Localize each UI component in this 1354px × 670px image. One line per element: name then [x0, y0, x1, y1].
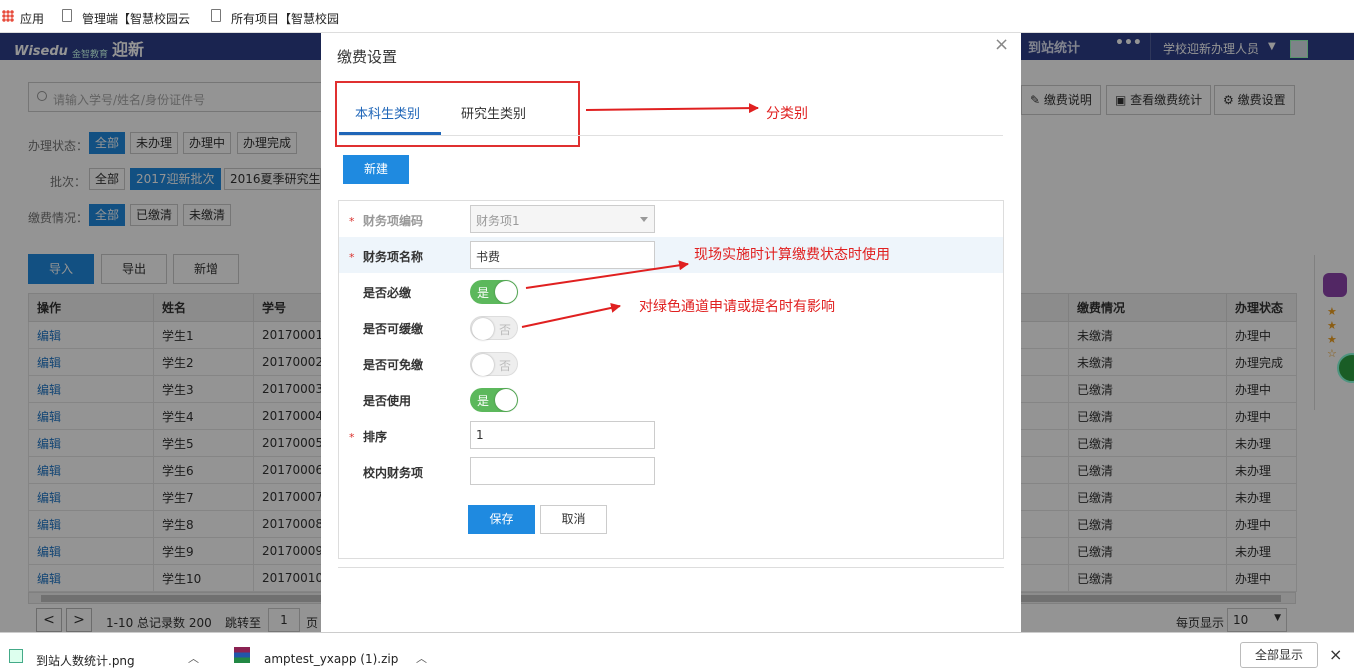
annotation-category: 分类别	[766, 106, 808, 122]
archive-file-icon	[234, 647, 250, 663]
annotation-arrows	[521, 103, 759, 328]
annotation-flags: 对绿色通道申请或提名时有影响	[639, 299, 835, 315]
arrow-field-name	[525, 260, 689, 289]
show-all-button[interactable]: 全部显示	[1240, 642, 1318, 668]
image-file-icon	[9, 649, 23, 663]
chevron-up-icon[interactable]: ︿	[188, 650, 199, 666]
download-file-1[interactable]: 到站人数统计.png	[36, 652, 135, 669]
chevron-up-icon[interactable]: ︿	[416, 650, 427, 666]
arrow-flags	[521, 302, 621, 328]
close-icon[interactable]: ×	[1329, 645, 1342, 664]
arrow-category	[585, 103, 759, 114]
download-file-2[interactable]: amptest_yxapp (1).zip	[264, 652, 398, 666]
downloads-bar: 到站人数统计.png ︿ amptest_yxapp (1).zip ︿ 全部显…	[0, 632, 1354, 670]
annotation-field-name: 现场实施时计算缴费状态时使用	[694, 247, 890, 263]
